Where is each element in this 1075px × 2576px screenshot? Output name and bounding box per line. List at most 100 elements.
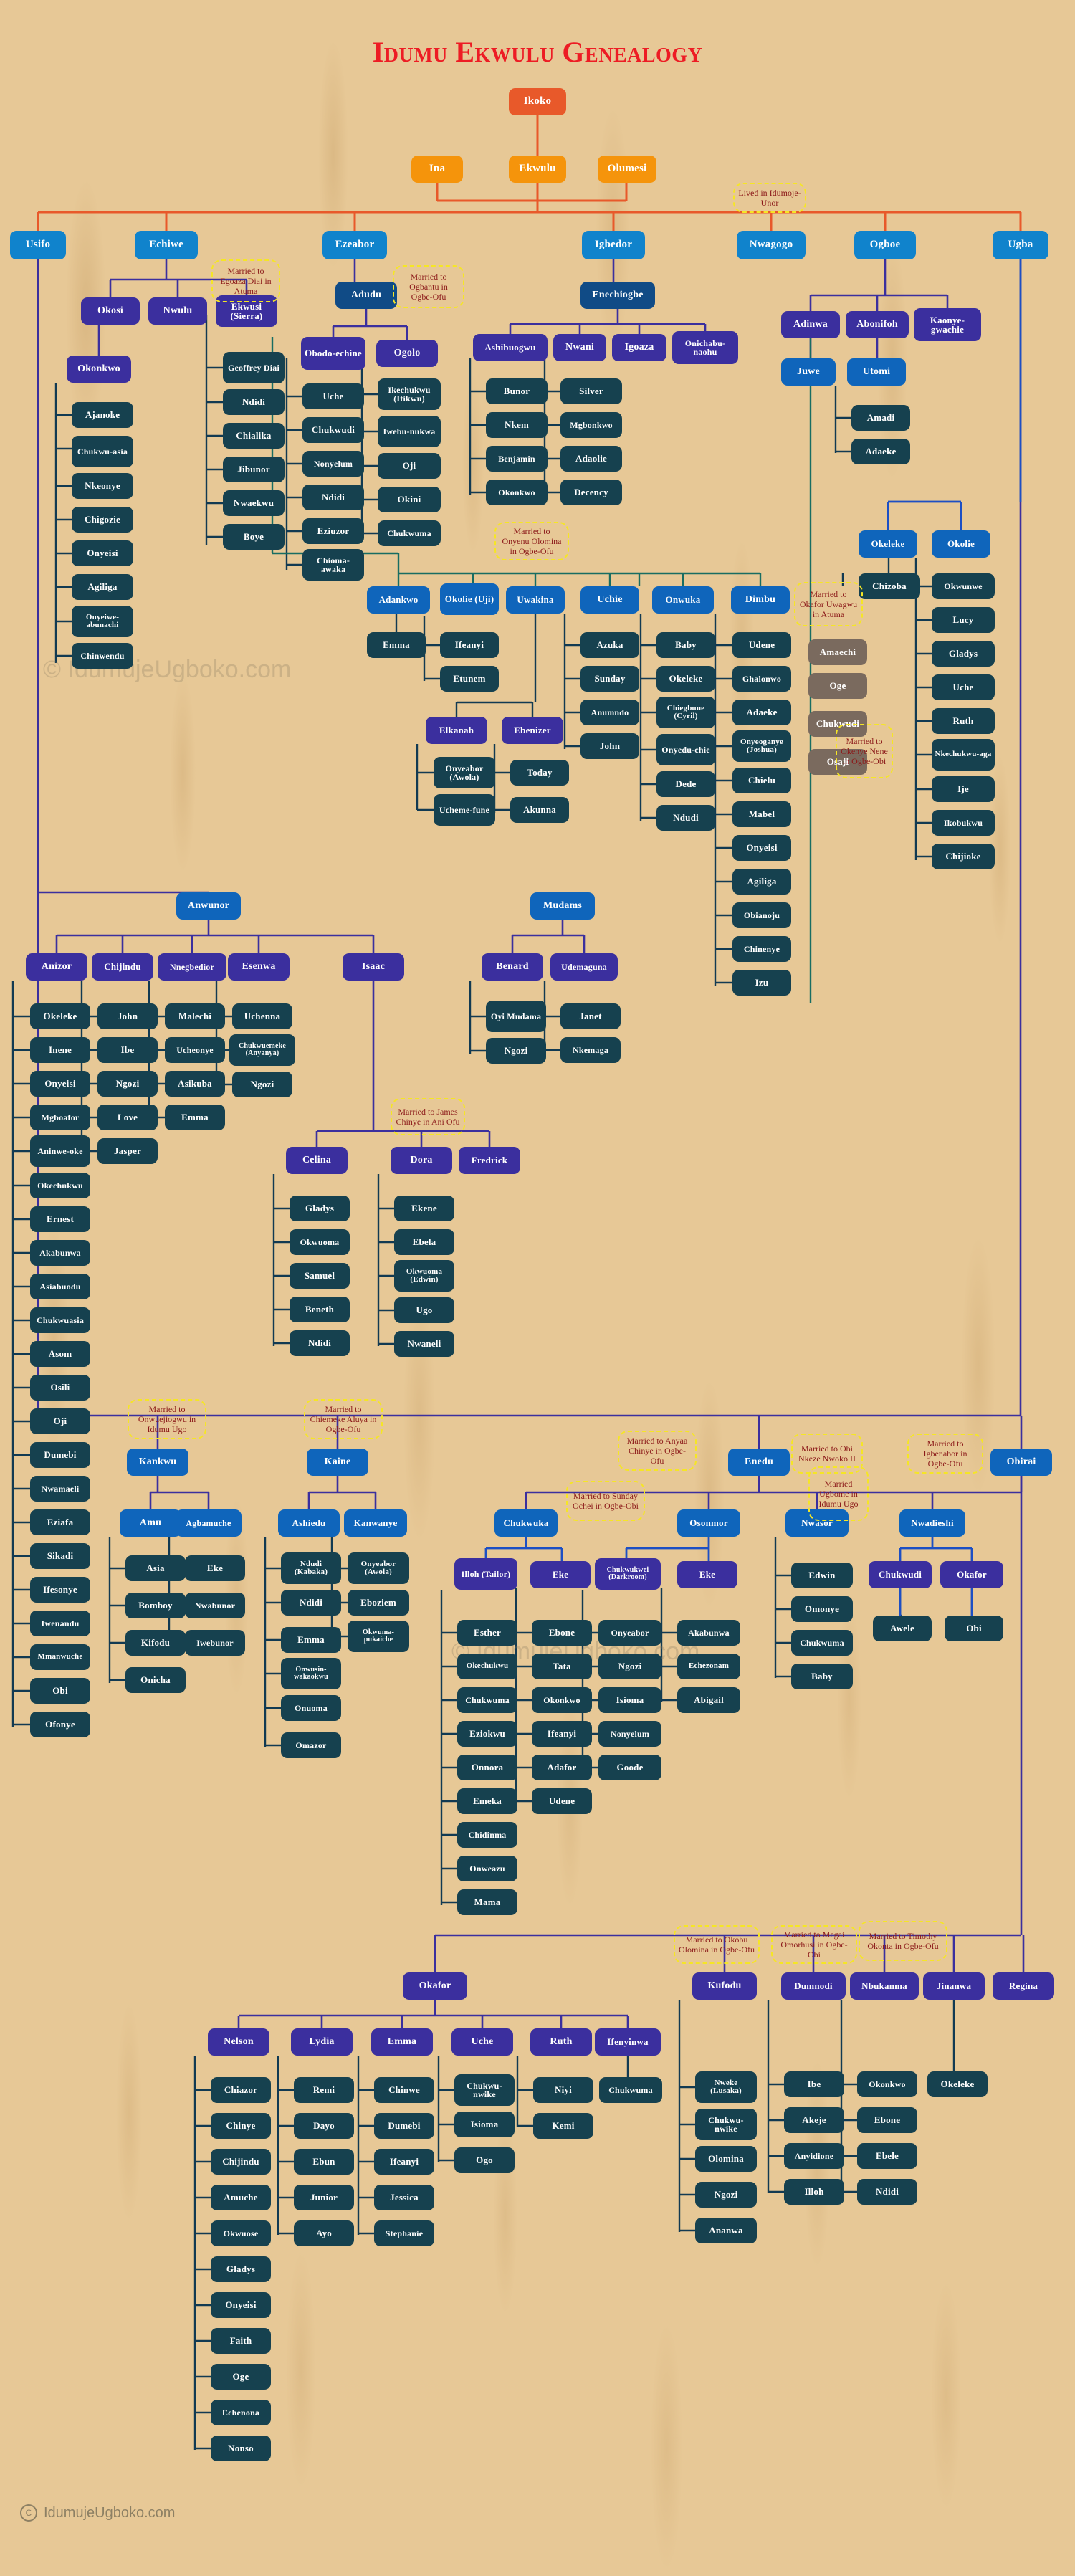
person-node-chukwunwike[interactable]: Chukwu-nwike — [454, 2074, 515, 2106]
person-node-eke2[interactable]: Eke — [530, 1561, 591, 1588]
person-node-uchemefune[interactable]: Ucheme-fune — [434, 794, 495, 826]
person-node-omaz[interactable]: Omazor — [281, 1732, 341, 1758]
person-node-eziokwu[interactable]: Eziokwu — [457, 1721, 517, 1747]
person-node-onuoma[interactable]: Onuoma — [281, 1695, 341, 1721]
person-node-ndidi5[interactable]: Ndidi — [857, 2179, 917, 2205]
person-node-esther[interactable]: Esther — [457, 1620, 517, 1646]
person-node-ifesonye[interactable]: Ifesonye — [30, 1577, 90, 1603]
person-node-nonso[interactable]: Nonso — [211, 2436, 271, 2461]
person-node-onnora[interactable]: Onnora — [457, 1755, 517, 1780]
person-node-udemaguna[interactable]: Udemaguna — [550, 953, 618, 981]
person-node-kankwu[interactable]: Kankwu — [127, 1449, 188, 1476]
person-node-adankwo[interactable]: Adankwo — [367, 586, 430, 614]
person-node-sunday[interactable]: Sunday — [580, 666, 639, 692]
person-node-emma3[interactable]: Emma — [281, 1627, 341, 1653]
person-node-uche2[interactable]: Uche — [932, 674, 995, 700]
person-node-mudama[interactable]: Mudams — [530, 892, 595, 920]
person-node-stephanie[interactable]: Stephanie — [374, 2220, 434, 2246]
person-node-mmanwuche[interactable]: Mmanwuche — [30, 1644, 90, 1670]
person-node-udene[interactable]: Udene — [732, 632, 791, 658]
person-node-onyeaborawola[interactable]: Onyeabor (Awola) — [348, 1552, 409, 1584]
person-node-onyeisi3[interactable]: Onyeisi — [30, 1071, 90, 1097]
person-node-agbamuche[interactable]: Agbamuche — [176, 1509, 242, 1537]
person-node-bomboy[interactable]: Bomboy — [125, 1593, 186, 1618]
person-node-ikebukwu[interactable]: Ikobukwu — [932, 810, 995, 836]
person-node-esenwa[interactable]: Esenwa — [228, 953, 290, 981]
person-node-chinenye[interactable]: Chinenye — [732, 936, 791, 962]
person-node-agiliga2[interactable]: Agiliga — [732, 869, 791, 895]
person-node-eke1[interactable]: Eke — [185, 1555, 245, 1581]
person-node-ghalonwo[interactable]: Ghalonwo — [732, 666, 791, 692]
person-node-oji2[interactable]: Oji — [30, 1408, 90, 1434]
person-node-onyeabor1[interactable]: Onyeabor (Awola) — [434, 757, 495, 788]
person-node-okwuoma1[interactable]: Okwuoma — [290, 1229, 350, 1255]
person-node-chukwuasia2[interactable]: Chukwuasia — [30, 1307, 90, 1333]
person-node-emma4[interactable]: Emma — [371, 2028, 433, 2056]
person-node-ngozi5[interactable]: Ngozi — [695, 2182, 757, 2208]
person-node-nwani[interactable]: Nwani — [553, 334, 606, 361]
person-node-love[interactable]: Love — [97, 1105, 158, 1130]
person-node-ebone2[interactable]: Ebone — [857, 2107, 917, 2133]
person-node-jibunor[interactable]: Jibunor — [223, 457, 285, 482]
person-node-kemi[interactable]: Kemi — [533, 2113, 593, 2139]
person-node-celina[interactable]: Celina — [286, 1147, 348, 1174]
person-node-chukwunwike2[interactable]: Chukwu-nwike — [695, 2109, 757, 2140]
person-node-chizoba[interactable]: Chizoba — [859, 573, 920, 599]
person-node-onicha[interactable]: Onicha — [125, 1667, 186, 1693]
person-node-kaonye[interactable]: Kaonye-gwachie — [914, 308, 981, 341]
person-node-uche1[interactable]: Uche — [302, 383, 364, 409]
person-node-ucheonye[interactable]: Ucheonye — [165, 1037, 225, 1063]
person-node-anyidione[interactable]: Anyidione — [784, 2143, 844, 2169]
person-node-chijindu1[interactable]: Chijindu — [92, 953, 153, 981]
person-node-faith[interactable]: Faith — [211, 2328, 271, 2354]
person-node-ogolo[interactable]: Ogolo — [376, 340, 438, 367]
person-node-akabunwa2[interactable]: Akabunwa — [677, 1620, 740, 1646]
person-node-nkemaga[interactable]: Nkemaga — [560, 1037, 621, 1063]
person-node-chijindu2[interactable]: Chijindu — [211, 2149, 271, 2175]
person-node-echezonam[interactable]: Echezonam — [677, 1654, 740, 1679]
person-node-okafor1[interactable]: Okafor — [940, 1561, 1003, 1588]
person-node-echenona[interactable]: Echenona — [211, 2400, 271, 2425]
person-node-mama[interactable]: Mama — [457, 1889, 517, 1915]
person-node-onwusin[interactable]: Onwusin-wakaokwu — [281, 1658, 341, 1689]
person-node-baby1[interactable]: Baby — [656, 632, 715, 658]
person-node-ezeabor[interactable]: Ezeabor — [322, 231, 387, 259]
person-node-chinwe[interactable]: Chinwe — [374, 2077, 434, 2103]
person-node-igbedor[interactable]: Igbedor — [582, 231, 645, 259]
person-node-ogboe[interactable]: Ogboe — [854, 231, 916, 259]
person-node-remi[interactable]: Remi — [294, 2077, 354, 2103]
person-node-nonyelum1[interactable]: Nonyelum — [302, 451, 364, 477]
person-node-ifenyinwa[interactable]: Ifenyinwa — [595, 2028, 661, 2056]
person-node-ikoko[interactable]: Ikoko — [509, 88, 566, 115]
person-node-ernest[interactable]: Ernest — [30, 1206, 90, 1232]
person-node-okolieuji[interactable]: Okolie (Uji) — [440, 583, 499, 615]
person-node-emeka[interactable]: Emeka — [457, 1788, 517, 1814]
person-node-okonkwo4[interactable]: Okonkwo — [857, 2071, 917, 2097]
person-node-chinwendu[interactable]: Chinwendu — [72, 643, 133, 669]
person-node-beneth[interactable]: Beneth — [290, 1297, 350, 1322]
person-node-izu[interactable]: Izu — [732, 970, 791, 996]
person-node-eziafa[interactable]: Eziafa — [30, 1509, 90, 1535]
person-node-okafor2[interactable]: Okafor — [403, 1972, 467, 2000]
person-node-ndudi1[interactable]: Ndudi — [656, 805, 715, 831]
person-node-okwunwe[interactable]: Okwunwe — [932, 573, 995, 599]
person-node-nwulu[interactable]: Nwulu — [148, 297, 207, 325]
person-node-malechi[interactable]: Malechi — [165, 1003, 225, 1029]
person-node-obirai[interactable]: Obirai — [990, 1449, 1052, 1476]
person-node-ebenizer[interactable]: Ebenizer — [502, 717, 563, 744]
person-node-okeleke3[interactable]: Okeleke — [927, 2071, 988, 2097]
person-node-lydia[interactable]: Lydia — [291, 2028, 353, 2056]
person-node-chielu[interactable]: Chielu — [732, 768, 791, 793]
person-node-ashibuogwu[interactable]: Ashibuogwu — [473, 334, 548, 361]
person-node-dumnodi[interactable]: Dumnodi — [781, 1972, 846, 2000]
person-node-jessica[interactable]: Jessica — [374, 2185, 434, 2210]
person-node-gladys2[interactable]: Gladys — [290, 1196, 350, 1221]
person-node-inene[interactable]: Inene — [30, 1037, 90, 1063]
person-node-today[interactable]: Today — [510, 760, 569, 786]
person-node-chukwudi1[interactable]: Chukwudi — [302, 417, 364, 443]
person-node-ashiedu[interactable]: Ashiedu — [278, 1509, 340, 1537]
person-node-anizor[interactable]: Anizor — [26, 953, 87, 981]
person-node-azuka[interactable]: Azuka — [580, 632, 639, 658]
person-node-ndudikabaka[interactable]: Ndudi (Kabaka) — [281, 1552, 341, 1584]
person-node-juwe[interactable]: Juwe — [781, 358, 836, 386]
